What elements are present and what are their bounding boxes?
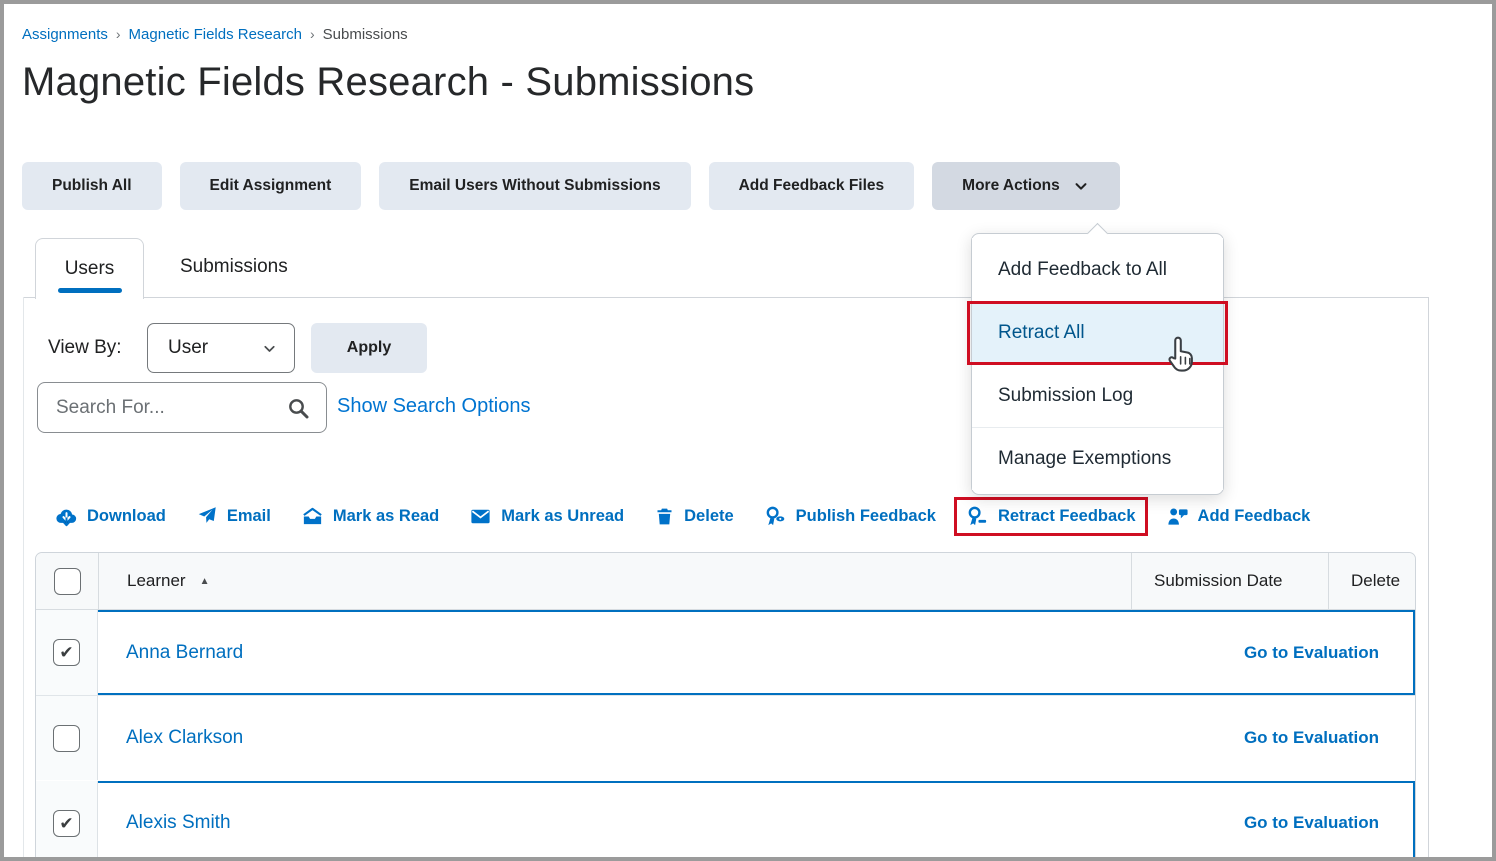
select-all-checkbox[interactable]: ✔: [54, 568, 81, 595]
row-checkbox-cell: ✔: [36, 781, 98, 861]
go-to-evaluation-link[interactable]: Go to Evaluation: [1244, 728, 1379, 748]
retract-feedback-annotation-box: Retract Feedback: [954, 497, 1148, 536]
retract-feedback-label: Retract Feedback: [998, 507, 1136, 526]
search-icon: [286, 396, 310, 420]
delete-action[interactable]: Delete: [654, 506, 734, 527]
view-by-select[interactable]: User: [147, 323, 295, 373]
table-header-checkbox-cell: ✔: [36, 553, 98, 609]
show-search-options-link[interactable]: Show Search Options: [337, 395, 530, 418]
row-checkbox-cell: ✔: [36, 696, 98, 780]
learner-header-label: Learner: [127, 571, 186, 591]
row-checkbox-cell: ✔: [36, 610, 98, 695]
table-row: ✔ Anna Bernard Go to Evaluation: [36, 610, 1415, 695]
view-by-label: View By:: [48, 337, 122, 359]
publish-feedback-action[interactable]: Publish Feedback: [764, 505, 936, 528]
breadcrumb-current: Submissions: [323, 26, 408, 43]
breadcrumb-separator: ›: [302, 26, 323, 42]
learner-name-cell: Anna Bernard: [98, 610, 1131, 695]
publish-feedback-label: Publish Feedback: [796, 507, 936, 526]
email-label: Email: [227, 507, 271, 526]
chevron-down-icon: [261, 340, 278, 357]
delete-icon: [654, 506, 675, 527]
learner-name-cell: Alexis Smith: [98, 781, 1131, 861]
evaluation-cell: Go to Evaluation: [1131, 781, 1415, 861]
table-header-row: ✔ Learner ▲ Submission Date Delete: [36, 553, 1415, 610]
email-action[interactable]: Email: [196, 505, 271, 527]
mark-as-read-action[interactable]: Mark as Read: [301, 505, 439, 528]
mark-as-read-label: Mark as Read: [333, 507, 439, 526]
submissions-table: ✔ Learner ▲ Submission Date Delete ✔ Ann…: [35, 552, 1416, 861]
mark-as-unread-action[interactable]: Mark as Unread: [469, 505, 624, 528]
chevron-down-icon: [1072, 177, 1090, 195]
menu-item-manage-exemptions[interactable]: Manage Exemptions: [972, 427, 1223, 490]
tab-users[interactable]: Users: [35, 238, 144, 299]
page-title: Magnetic Fields Research - Submissions: [22, 60, 754, 105]
add-feedback-action[interactable]: Add Feedback: [1166, 505, 1311, 528]
learner-name-link[interactable]: Alex Clarkson: [126, 727, 243, 749]
mark-as-unread-label: Mark as Unread: [501, 507, 624, 526]
apply-button[interactable]: Apply: [311, 323, 427, 373]
publish-all-button[interactable]: Publish All: [22, 162, 162, 210]
sort-ascending-icon: ▲: [200, 576, 210, 587]
cursor-hand-icon: [1161, 335, 1199, 382]
bulk-actions-toolbar: Download Email Mark as Read Mark as Unre…: [55, 494, 1310, 538]
search-box: [37, 382, 327, 433]
breadcrumb-assignment[interactable]: Magnetic Fields Research: [129, 26, 302, 43]
more-actions-button[interactable]: More Actions: [932, 162, 1120, 210]
evaluation-cell: Go to Evaluation: [1131, 610, 1415, 695]
row-checkbox[interactable]: ✔: [53, 639, 80, 666]
retract-feedback-action[interactable]: Retract Feedback: [966, 505, 1136, 528]
edit-assignment-button[interactable]: Edit Assignment: [180, 162, 362, 210]
menu-item-add-feedback-to-all[interactable]: Add Feedback to All: [972, 238, 1223, 301]
evaluation-cell: Go to Evaluation: [1131, 696, 1415, 780]
publish-feedback-icon: [764, 505, 787, 528]
email-users-without-submissions-button[interactable]: Email Users Without Submissions: [379, 162, 690, 210]
retract-feedback-icon: [966, 505, 989, 528]
download-label: Download: [87, 507, 166, 526]
add-feedback-label: Add Feedback: [1198, 507, 1311, 526]
top-button-row: Publish All Edit Assignment Email Users …: [22, 162, 1120, 210]
submissions-page: Assignments›Magnetic Fields Research›Sub…: [0, 0, 1496, 861]
download-action[interactable]: Download: [55, 505, 166, 528]
table-row: ✔ Alexis Smith Go to Evaluation: [36, 780, 1415, 861]
mark-read-icon: [301, 505, 324, 528]
search-input[interactable]: [56, 397, 282, 419]
go-to-evaluation-link[interactable]: Go to Evaluation: [1244, 813, 1379, 833]
search-button[interactable]: [282, 392, 314, 424]
download-icon: [55, 505, 78, 528]
go-to-evaluation-link[interactable]: Go to Evaluation: [1244, 643, 1379, 663]
retract-all-label: Retract All: [998, 322, 1085, 344]
delete-label: Delete: [684, 507, 734, 526]
tab-submissions[interactable]: Submissions: [180, 256, 288, 278]
email-icon: [196, 505, 218, 527]
breadcrumb-separator: ›: [108, 26, 129, 42]
content-border-right: [1428, 297, 1429, 857]
add-feedback-icon: [1166, 505, 1189, 528]
view-by-value: User: [168, 337, 253, 359]
column-header-learner[interactable]: Learner ▲: [98, 553, 1131, 609]
row-checkbox[interactable]: ✔: [53, 810, 80, 837]
add-feedback-files-button[interactable]: Add Feedback Files: [709, 162, 915, 210]
breadcrumb-assignments[interactable]: Assignments: [22, 26, 108, 43]
learner-name-link[interactable]: Alexis Smith: [126, 812, 231, 834]
column-header-delete: Delete: [1328, 553, 1415, 609]
learner-name-link[interactable]: Anna Bernard: [126, 642, 243, 664]
content-border-left: [23, 297, 24, 857]
column-header-submission-date: Submission Date: [1131, 553, 1328, 609]
tab-users-label: Users: [65, 258, 115, 280]
breadcrumb: Assignments›Magnetic Fields Research›Sub…: [22, 26, 408, 43]
row-checkbox[interactable]: ✔: [53, 725, 80, 752]
active-tab-indicator: [58, 288, 122, 293]
mark-unread-icon: [469, 505, 492, 528]
learner-name-cell: Alex Clarkson: [98, 696, 1131, 780]
table-row: ✔ Alex Clarkson Go to Evaluation: [36, 695, 1415, 780]
